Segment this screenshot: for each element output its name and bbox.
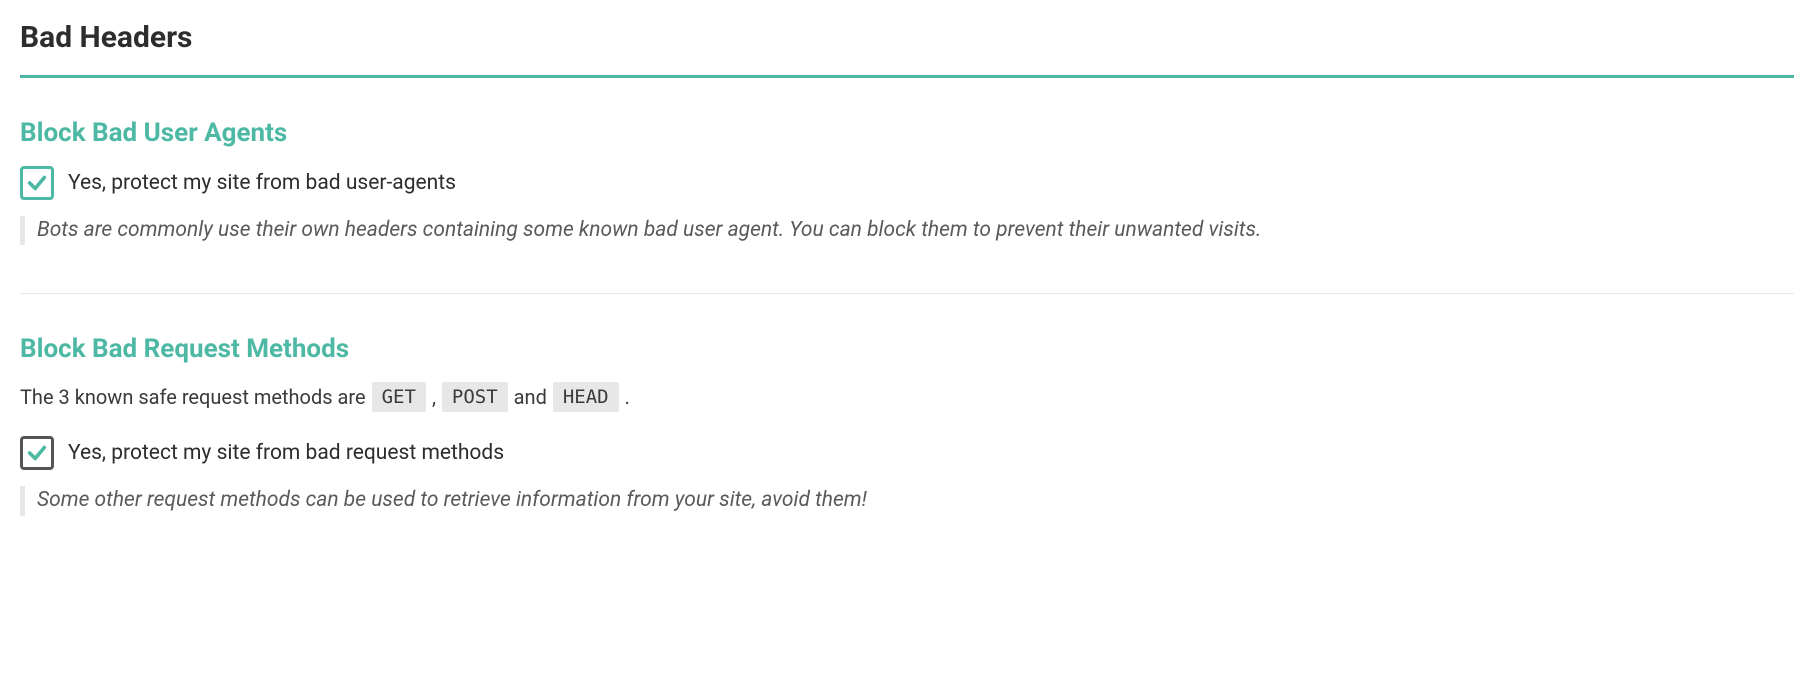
checkbox-label-request-methods: Yes, protect my site from bad request me… <box>68 441 504 465</box>
method-code-head: HEAD <box>553 382 619 412</box>
section-block-bad-request-methods: Block Bad Request Methods The 3 known sa… <box>20 334 1794 515</box>
help-text-request-methods: Some other request methods can be used t… <box>20 486 1794 515</box>
method-code-get: GET <box>372 382 426 412</box>
check-icon <box>26 172 48 194</box>
checkbox-request-methods[interactable] <box>20 436 54 470</box>
intro-joiner-comma: , <box>432 385 436 409</box>
section-divider <box>20 293 1794 294</box>
intro-joiner-and: and <box>514 385 547 409</box>
section-title-user-agents: Block Bad User Agents <box>20 118 1794 148</box>
title-divider <box>20 75 1794 78</box>
checkbox-user-agents[interactable] <box>20 166 54 200</box>
intro-request-methods: The 3 known safe request methods are GET… <box>20 382 1794 412</box>
intro-suffix: . <box>625 385 630 409</box>
checkbox-row-request-methods: Yes, protect my site from bad request me… <box>20 436 1794 470</box>
help-text-user-agents: Bots are commonly use their own headers … <box>20 216 1794 245</box>
section-block-bad-user-agents: Block Bad User Agents Yes, protect my si… <box>20 118 1794 245</box>
section-title-request-methods: Block Bad Request Methods <box>20 334 1794 364</box>
method-code-post: POST <box>442 382 508 412</box>
page-title: Bad Headers <box>20 20 1794 75</box>
check-icon <box>26 442 48 464</box>
intro-prefix: The 3 known safe request methods are <box>20 385 366 409</box>
checkbox-row-user-agents: Yes, protect my site from bad user-agent… <box>20 166 1794 200</box>
checkbox-label-user-agents: Yes, protect my site from bad user-agent… <box>68 171 456 195</box>
